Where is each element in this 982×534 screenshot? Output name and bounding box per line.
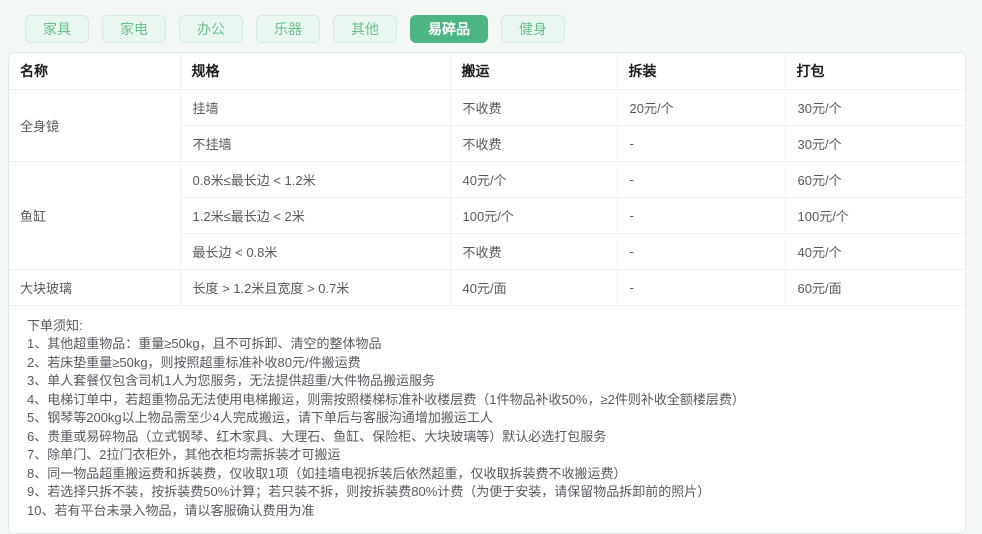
header-pack: 打包 [784,53,965,90]
spec-cell: 不挂墙 [180,125,451,162]
note-line: 6、贵重或易碎物品（立式钢琴、红木家具、大理石、鱼缸、保险柜、大块玻璃等）默认必… [27,428,607,444]
header-name: 名称 [9,53,181,90]
disassemble-fee-cell: - [616,269,786,306]
spec-cell: 0.8米≤最长边 < 1.2米 [179,161,451,198]
header-spec: 规格 [179,53,451,90]
note-line: 4、电梯订单中，若超重物品无法使用电梯搬运，则需按照楼梯标准补收楼层费（1件物品… [27,391,745,407]
table-header-row: 名称 规格 搬运 拆装 打包 [9,53,965,90]
note-line: 5、钢琴等200kg以上物品需至少4人完成搬运，请下单后与客服沟通增加搬运工人 [27,410,493,426]
disassemble-fee-cell: - [616,161,786,198]
note-line: 9、若选择只拆不装，按拆装费50%计算；若只装不拆，则按拆装费80%计费（为便于… [27,484,711,500]
spec-cell: 最长边 < 0.8米 [180,233,451,270]
disassemble-fee-cell: - [616,233,786,270]
move-fee-cell: 不收费 [449,89,618,126]
tab-instrument[interactable]: 乐器 [256,15,320,43]
disassemble-fee-cell: - [616,125,786,162]
pack-fee-cell: 60元/个 [784,161,965,198]
header-disassemble: 拆装 [616,53,786,90]
move-fee-cell: 40元/个 [449,161,618,198]
note-line: 8、同一物品超重搬运费和拆装费，仅收取1项（如挂墙电视拆装后依然超重，仅收取拆装… [27,465,627,481]
category-tabbar: 家具 家电 办公 乐器 其他 易碎品 健身 [0,0,982,48]
table-row: 全身镜 挂墙 不收费 20元/个 30元/个 [9,89,965,162]
move-fee-cell: 40元/面 [449,269,618,306]
item-name-glass: 大块玻璃 [9,269,181,306]
spec-cell: 长度 > 1.2米且宽度 > 0.7米 [179,269,451,306]
item-name-fishtank: 鱼缸 [9,161,181,270]
pack-fee-cell: 40元/个 [784,233,965,270]
pack-fee-cell: 100元/个 [784,197,965,234]
header-move: 搬运 [449,53,618,90]
tab-other[interactable]: 其他 [333,15,397,43]
spec-cell: 1.2米≤最长边 < 2米 [180,197,451,234]
disassemble-fee-cell: 20元/个 [616,89,786,126]
notes-title: 下单须知: [27,318,83,333]
tab-furniture[interactable]: 家具 [25,15,89,43]
note-line: 10、若有平台未录入物品，请以客服确认费用为准 [27,502,315,518]
fragile-price-table: 名称 规格 搬运 拆装 打包 全身镜 挂墙 不收费 20元/个 30元/个 不挂… [9,53,965,306]
pack-fee-cell: 30元/个 [784,89,965,126]
order-notes: 下单须知: 1、其他超重物品：重量≥50kg，且不可拆卸、清空的整体物品 2、若… [9,306,965,533]
tab-fragile[interactable]: 易碎品 [410,15,488,43]
pricing-card: 名称 规格 搬运 拆装 打包 全身镜 挂墙 不收费 20元/个 30元/个 不挂… [8,52,966,534]
pack-fee-cell: 60元/面 [784,269,965,306]
table-row: 大块玻璃 长度 > 1.2米且宽度 > 0.7米 40元/面 - 60元/面 [9,269,965,306]
move-fee-cell: 100元/个 [449,197,618,234]
move-fee-cell: 不收费 [449,125,618,162]
tab-appliance[interactable]: 家电 [102,15,166,43]
note-line: 7、除单门、2拉门衣柜外，其他衣柜均需拆装才可搬运 [27,447,341,463]
note-line: 2、若床垫重量≥50kg，则按照超重标准补收80元/件搬运费 [27,354,361,370]
disassemble-fee-cell: - [616,197,786,234]
note-line: 3、单人套餐仅包含司机1人为您服务，无法提供超重/大件物品搬运服务 [27,373,436,389]
move-fee-cell: 不收费 [449,233,618,270]
item-name-mirror: 全身镜 [9,89,181,162]
spec-cell: 挂墙 [179,89,451,126]
note-line: 1、其他超重物品：重量≥50kg，且不可拆卸、清空的整体物品 [27,336,382,352]
tab-fitness[interactable]: 健身 [501,15,565,43]
table-row: 鱼缸 0.8米≤最长边 < 1.2米 40元/个 - 60元/个 [9,161,965,270]
pack-fee-cell: 30元/个 [784,125,965,162]
tab-office[interactable]: 办公 [179,15,243,43]
